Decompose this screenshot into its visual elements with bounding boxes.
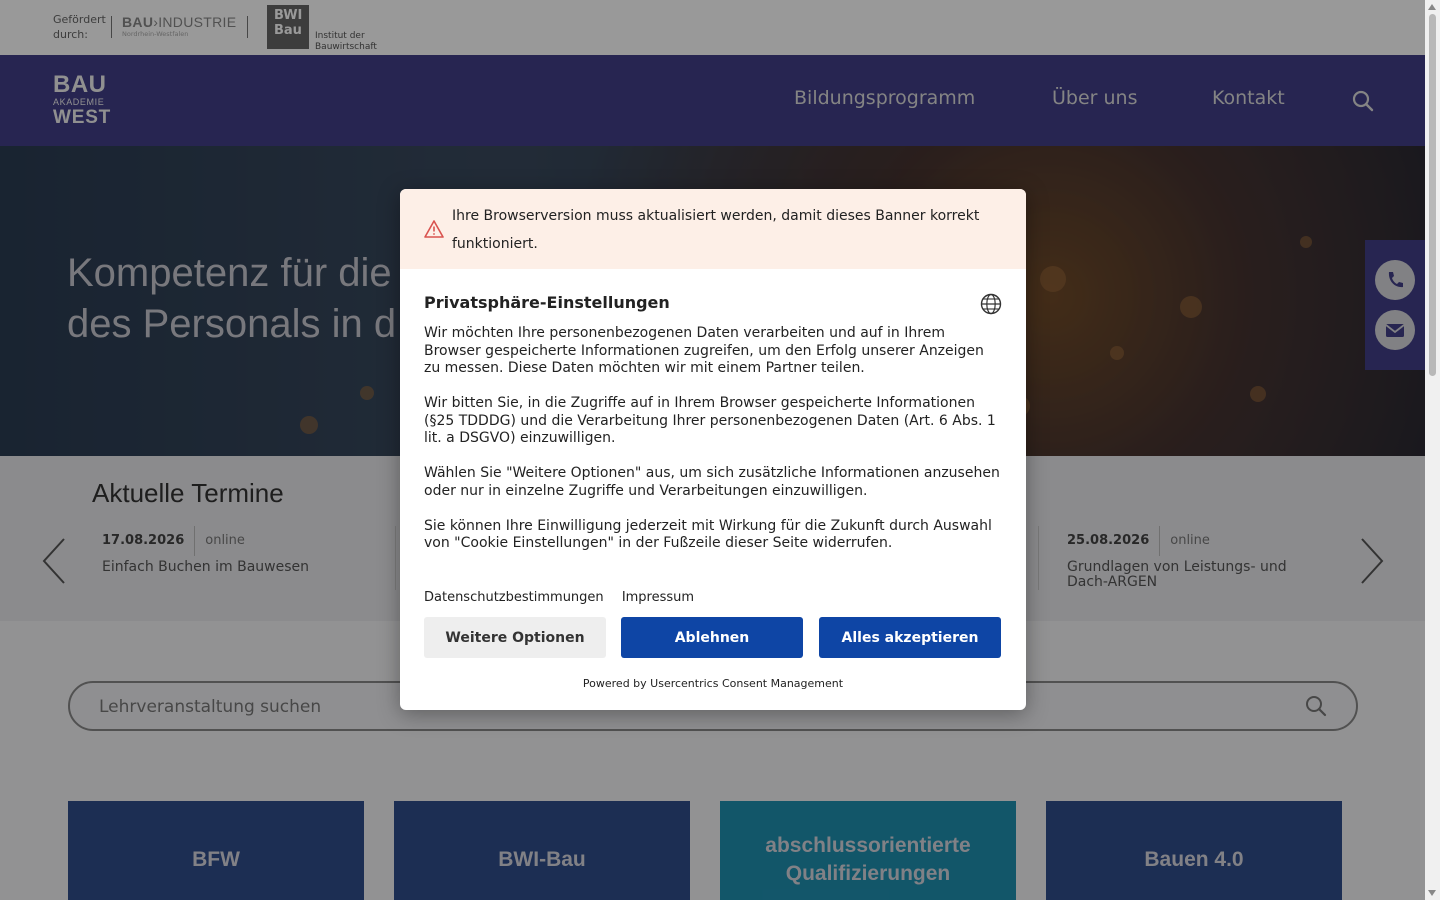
more-options-button[interactable]: Weitere Optionen bbox=[424, 617, 606, 658]
deny-button[interactable]: Ablehnen bbox=[621, 617, 803, 658]
consent-paragraph: Wir bitten Sie, in die Zugriffe auf in I… bbox=[424, 395, 996, 446]
browser-warning-banner: Ihre Browserversion muss aktualisiert we… bbox=[400, 189, 1026, 269]
consent-paragraph: Wählen Sie "Weitere Optionen" aus, um si… bbox=[424, 465, 1000, 499]
scroll-down-icon[interactable] bbox=[1428, 890, 1436, 896]
dialog-title: Privatsphäre-Einstellungen bbox=[424, 293, 670, 312]
consent-paragraph: Wir möchten Ihre personenbezogenen Daten… bbox=[424, 325, 984, 376]
consent-paragraph: Sie können Ihre Einwilligung jederzeit m… bbox=[424, 517, 992, 552]
browser-warning-text: Ihre Browserversion muss aktualisiert we… bbox=[452, 208, 980, 252]
page-scrollbar[interactable] bbox=[1425, 0, 1440, 900]
imprint-link[interactable]: Impressum bbox=[622, 590, 694, 605]
warning-icon bbox=[424, 220, 444, 238]
scrollbar-thumb[interactable] bbox=[1429, 14, 1436, 376]
accept-all-button[interactable]: Alles akzeptieren bbox=[819, 617, 1001, 658]
privacy-policy-link[interactable]: Datenschutzbestimmungen bbox=[424, 590, 604, 605]
scroll-up-icon[interactable] bbox=[1428, 4, 1436, 10]
globe-icon[interactable] bbox=[980, 293, 1002, 319]
consent-description: Wir möchten Ihre personenbezogenen Daten… bbox=[424, 325, 1004, 570]
consent-links: Datenschutzbestimmungen Impressum bbox=[424, 590, 708, 605]
privacy-consent-dialog: Ihre Browserversion muss aktualisiert we… bbox=[400, 189, 1026, 710]
powered-by-text: Powered by Usercentrics Consent Manageme… bbox=[582, 677, 844, 690]
